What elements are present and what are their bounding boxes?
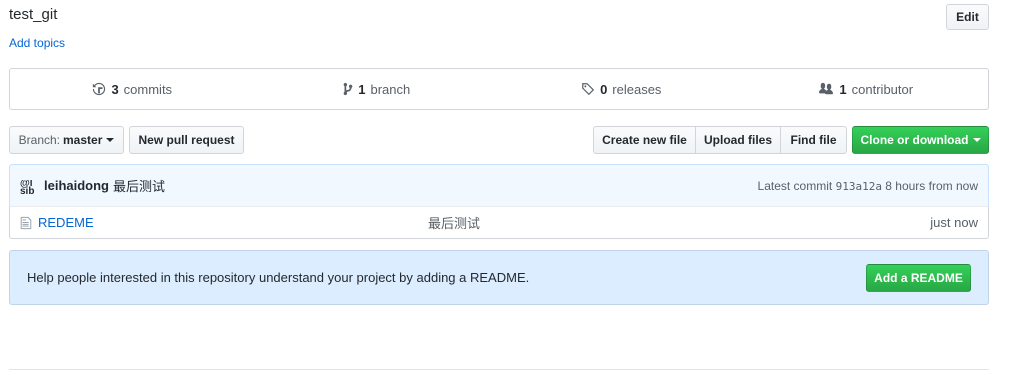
branches-link[interactable]: 1 branch [255, 82, 500, 97]
branches-count: 1 [358, 81, 366, 97]
people-icon [818, 82, 834, 96]
releases-link[interactable]: 0 releases [499, 82, 744, 97]
caret-down-icon [972, 138, 981, 142]
commit-meta: Latest commit 913a12a 8 hours from now [758, 179, 978, 193]
branch-name: master [63, 133, 103, 147]
branches-label: branch [370, 81, 411, 97]
branch-prefix: Branch: [18, 133, 60, 147]
file-commit-message[interactable]: 最后测试 [428, 213, 480, 232]
clone-or-download-button[interactable]: Clone or download [852, 126, 989, 154]
history-icon [92, 82, 106, 96]
releases-label: releases [612, 81, 662, 97]
commit-age: 8 hours from now [885, 178, 978, 193]
releases-count: 0 [600, 81, 608, 97]
contributors-count: 1 [839, 81, 847, 97]
contributors-label: contributor [851, 81, 914, 97]
readme-prompt-text: Help people interested in this repositor… [27, 270, 530, 285]
file-icon [20, 216, 32, 230]
readme-prompt: Help people interested in this repositor… [9, 250, 989, 305]
new-pull-request-button[interactable]: New pull request [129, 126, 244, 154]
divider [9, 369, 989, 370]
repo-description: test_git [9, 6, 58, 23]
numbers-summary: 3 commits 1 branch 0 releases 1 contribu… [9, 68, 989, 110]
latest-commit-bar: @l sib leihaidong 最后测试 Latest commit 913… [9, 164, 989, 207]
latest-commit-prefix: Latest commit [757, 178, 833, 193]
contributors-link[interactable]: 1 contributor [744, 82, 989, 97]
commit-sha[interactable]: 913a12a [836, 180, 882, 193]
branch-select-button[interactable]: Branch: master [9, 126, 124, 154]
file-row: REDEME 最后测试 just now [9, 206, 989, 239]
commit-message[interactable]: 最后测试 [113, 176, 165, 195]
git-branch-icon [343, 82, 353, 96]
commits-count: 3 [111, 81, 119, 97]
file-name[interactable]: REDEME [38, 215, 428, 230]
file-age: just now [930, 215, 978, 230]
tag-icon [581, 82, 595, 96]
commit-author[interactable]: leihaidong [44, 178, 109, 193]
create-new-file-button[interactable]: Create new file [593, 126, 696, 154]
edit-button[interactable]: Edit [946, 4, 989, 30]
add-readme-button[interactable]: Add a README [866, 263, 971, 292]
commits-label: commits [123, 81, 173, 97]
add-topics-link[interactable]: Add topics [9, 36, 65, 50]
upload-files-button[interactable]: Upload files [695, 126, 781, 154]
clone-label: Clone or download [860, 133, 969, 147]
caret-down-icon [106, 138, 115, 142]
find-file-button[interactable]: Find file [780, 126, 847, 154]
avatar[interactable]: @l sib [20, 180, 36, 196]
file-actions-group: Create new file Upload files Find file [593, 126, 847, 154]
commits-link[interactable]: 3 commits [10, 82, 255, 97]
